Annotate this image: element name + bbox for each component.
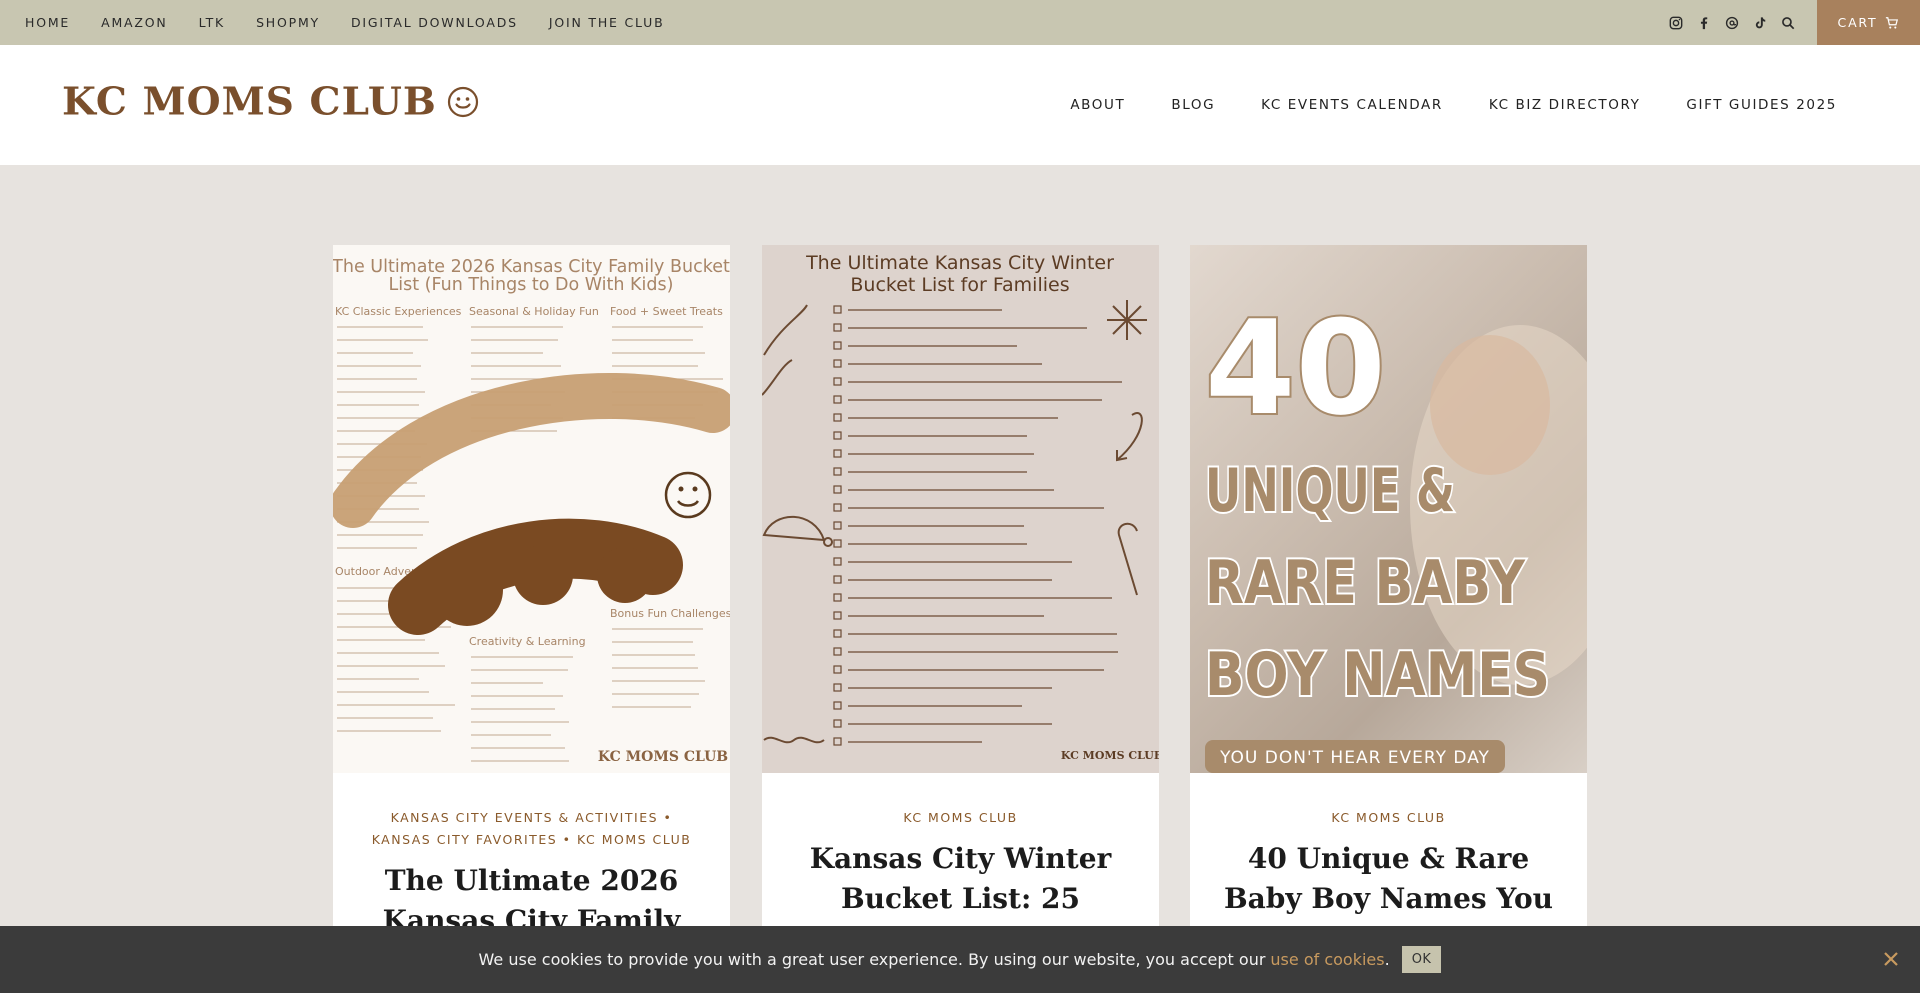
nav-about[interactable]: ABOUT xyxy=(1070,97,1125,113)
topnav-digital-downloads[interactable]: DIGITAL DOWNLOADS xyxy=(351,15,518,30)
cookie-period: . xyxy=(1384,950,1390,969)
thumb-number: 40 xyxy=(1205,292,1386,444)
cart-label: CART xyxy=(1837,15,1878,30)
topnav-home[interactable]: HOME xyxy=(25,15,70,30)
svg-text:KC Classic Experiences: KC Classic Experiences xyxy=(335,305,462,318)
social-links xyxy=(1662,0,1802,45)
facebook-icon[interactable] xyxy=(1690,16,1718,30)
svg-text:Creativity & Learning: Creativity & Learning xyxy=(469,635,586,648)
main-nav: ABOUT BLOG KC EVENTS CALENDAR KC BIZ DIR… xyxy=(1024,45,1837,165)
topnav-shopmy[interactable]: SHOPMY xyxy=(256,15,320,30)
instagram-icon[interactable] xyxy=(1662,16,1690,30)
thumb-badge: KC MOMS CLUB xyxy=(598,749,728,765)
smiley-icon xyxy=(447,86,478,118)
thumb-title-line: List (Fun Things to Do With Kids) xyxy=(389,275,674,295)
thumb-line: RARE BABY xyxy=(1205,548,1526,618)
thumb-badge: KC MOMS CLUB xyxy=(1061,749,1159,762)
cookie-message: We use cookies to provide you with a gre… xyxy=(478,950,1266,969)
tiktok-icon[interactable] xyxy=(1746,16,1774,30)
top-bar: HOME AMAZON LTK SHOPMY DIGITAL DOWNLOADS… xyxy=(0,0,1920,45)
post-categories[interactable]: KC MOMS CLUB xyxy=(796,807,1125,829)
thumb-title-line: The Ultimate 2026 Kansas City Family Buc… xyxy=(333,257,730,277)
top-nav: HOME AMAZON LTK SHOPMY DIGITAL DOWNLOADS… xyxy=(25,0,696,45)
site-header: KC MOMS CLUB ABOUT BLOG KC EVENTS CALEND… xyxy=(0,45,1920,165)
site-logo[interactable]: KC MOMS CLUB xyxy=(62,79,479,125)
post-card[interactable]: 40 UNIQUE & RARE BABY BOY NAMES YOU DON'… xyxy=(1190,245,1587,993)
post-thumbnail[interactable]: The Ultimate 2026 Kansas City Family Buc… xyxy=(333,245,730,773)
post-card[interactable]: The Ultimate 2026 Kansas City Family Buc… xyxy=(333,245,730,993)
cookie-banner: We use cookies to provide you with a gre… xyxy=(0,926,1920,993)
post-thumbnail[interactable]: The Ultimate Kansas City Winter Bucket L… xyxy=(762,245,1159,773)
thumb-line: UNIQUE & xyxy=(1205,456,1455,526)
topnav-join-the-club[interactable]: JOIN THE CLUB xyxy=(549,15,665,30)
threads-icon[interactable] xyxy=(1718,16,1746,30)
svg-text:Bonus Fun Challenges: Bonus Fun Challenges xyxy=(610,607,730,620)
topnav-amazon[interactable]: AMAZON xyxy=(101,15,167,30)
post-categories[interactable]: KANSAS CITY EVENTS & ACTIVITIES • KANSAS… xyxy=(367,807,696,851)
nav-kc-events-calendar[interactable]: KC EVENTS CALENDAR xyxy=(1261,97,1443,113)
topnav-ltk[interactable]: LTK xyxy=(199,15,225,30)
post-card[interactable]: The Ultimate Kansas City Winter Bucket L… xyxy=(762,245,1159,993)
nav-kc-biz-directory[interactable]: KC BIZ DIRECTORY xyxy=(1489,97,1641,113)
post-categories[interactable]: KC MOMS CLUB xyxy=(1224,807,1553,829)
nav-gift-guides[interactable]: GIFT GUIDES 2025 xyxy=(1686,97,1837,113)
close-icon[interactable] xyxy=(1880,948,1902,970)
cart-button[interactable]: CART xyxy=(1817,0,1920,45)
thumb-title-line: The Ultimate Kansas City Winter xyxy=(805,252,1114,274)
cart-icon xyxy=(1886,16,1899,29)
post-thumbnail[interactable]: 40 UNIQUE & RARE BABY BOY NAMES YOU DON'… xyxy=(1190,245,1587,773)
thumb-line: BOY NAMES xyxy=(1205,640,1550,710)
cookie-policy-link[interactable]: use of cookies xyxy=(1270,950,1384,969)
logo-text: KC MOMS CLUB xyxy=(62,79,437,125)
nav-blog[interactable]: BLOG xyxy=(1171,97,1215,113)
cookie-ok-button[interactable]: OK xyxy=(1401,946,1442,973)
svg-text:Food + Sweet Treats: Food + Sweet Treats xyxy=(610,305,723,318)
thumb-banner: YOU DON'T HEAR EVERY DAY xyxy=(1219,748,1490,768)
thumb-title-line: Bucket List for Families xyxy=(850,274,1069,296)
svg-text:Seasonal & Holiday Fun: Seasonal & Holiday Fun xyxy=(469,305,599,318)
search-icon[interactable] xyxy=(1774,16,1802,30)
